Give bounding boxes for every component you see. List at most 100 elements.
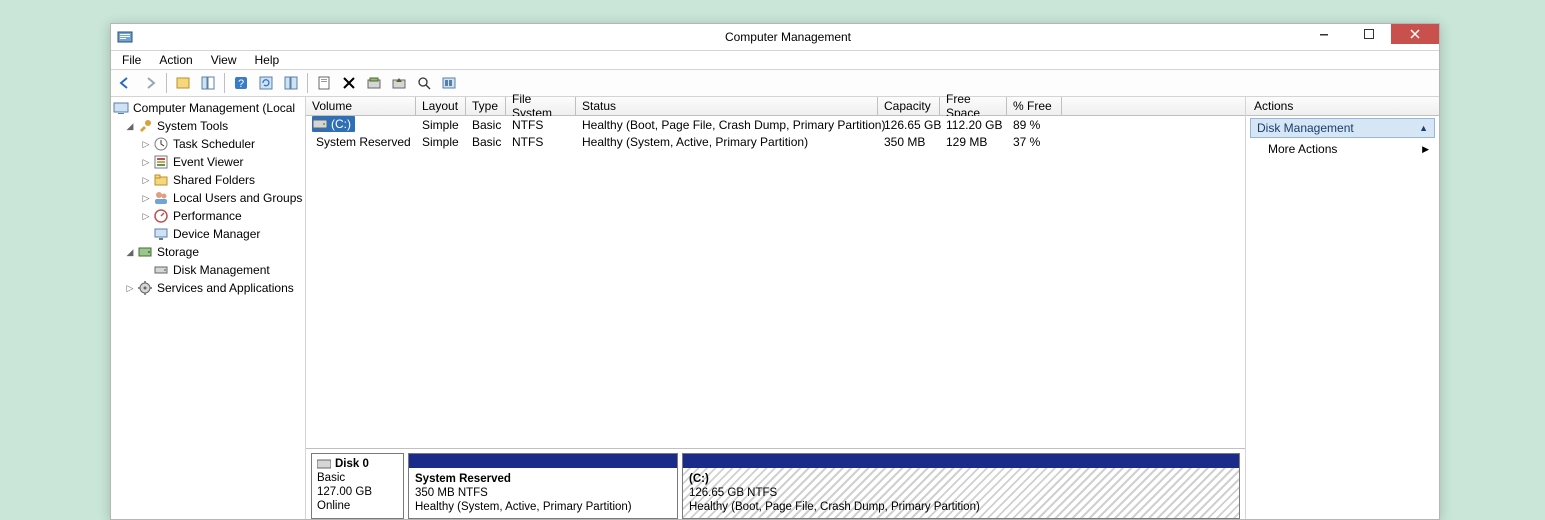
partition-status: Healthy (Boot, Page File, Crash Dump, Pr…: [689, 501, 980, 513]
tree-shared-folders[interactable]: ▷ Shared Folders: [111, 171, 305, 189]
volume-status: Healthy (Boot, Page File, Crash Dump, Pr…: [576, 118, 878, 132]
performance-icon: [153, 208, 169, 224]
column-filesystem[interactable]: File System: [506, 97, 576, 115]
disk-type: Basic: [317, 471, 398, 485]
column-layout[interactable]: Layout: [416, 97, 466, 115]
volume-row[interactable]: System Reserved Simple Basic NTFS Health…: [306, 133, 1245, 150]
menu-file[interactable]: File: [115, 52, 148, 68]
forward-button[interactable]: [139, 72, 161, 94]
tree-label: Event Viewer: [173, 153, 243, 171]
tree-root[interactable]: Computer Management (Local: [111, 99, 305, 117]
actions-section-label: Disk Management: [1257, 121, 1354, 135]
partition-status: Healthy (System, Active, Primary Partiti…: [415, 501, 632, 513]
tree-device-manager[interactable]: Device Manager: [111, 225, 305, 243]
tree-services-apps[interactable]: ▷ Services and Applications: [111, 279, 305, 297]
settings-button[interactable]: [280, 72, 302, 94]
menu-help[interactable]: Help: [248, 52, 287, 68]
minimize-button[interactable]: [1301, 24, 1346, 44]
tree-label: Performance: [173, 207, 242, 225]
close-button[interactable]: [1391, 24, 1439, 44]
tree-event-viewer[interactable]: ▷ Event Viewer: [111, 153, 305, 171]
event-icon: [153, 154, 169, 170]
tree-label: Services and Applications: [157, 279, 294, 297]
maximize-button[interactable]: [1346, 24, 1391, 44]
action-3-button[interactable]: [413, 72, 435, 94]
partition-system-reserved[interactable]: System Reserved 350 MB NTFS Healthy (Sys…: [408, 453, 678, 519]
volume-free: 129 MB: [940, 135, 1007, 149]
volume-free: 112.20 GB: [940, 118, 1007, 132]
column-freespace[interactable]: Free Space: [940, 97, 1007, 115]
tree-system-tools[interactable]: ◢ System Tools: [111, 117, 305, 135]
collapse-icon[interactable]: ◢: [125, 243, 135, 261]
titlebar[interactable]: Computer Management: [111, 24, 1439, 51]
toolbar-separator: [224, 73, 225, 93]
column-volume[interactable]: Volume: [306, 97, 416, 115]
tree-disk-management[interactable]: Disk Management: [111, 261, 305, 279]
volume-capacity: 350 MB: [878, 135, 940, 149]
expand-icon[interactable]: ▷: [141, 135, 151, 153]
center-panel: Volume Layout Type File System Status Ca…: [306, 97, 1245, 519]
column-status[interactable]: Status: [576, 97, 878, 115]
disk-partitions: System Reserved 350 MB NTFS Healthy (Sys…: [408, 453, 1240, 519]
app-icon: [117, 29, 133, 45]
menu-action[interactable]: Action: [152, 52, 199, 68]
tree-performance[interactable]: ▷ Performance: [111, 207, 305, 225]
expand-icon[interactable]: ▷: [141, 207, 151, 225]
volume-list[interactable]: (C:) Simple Basic NTFS Healthy (Boot, Pa…: [306, 116, 1245, 448]
disk-info[interactable]: Disk 0 Basic 127.00 GB Online: [311, 453, 404, 519]
action-4-button[interactable]: [438, 72, 460, 94]
volume-status: Healthy (System, Active, Primary Partiti…: [576, 135, 878, 149]
help-button[interactable]: ?: [230, 72, 252, 94]
actions-section[interactable]: Disk Management ▲: [1250, 118, 1435, 138]
window-title: Computer Management: [137, 30, 1439, 44]
up-button[interactable]: [172, 72, 194, 94]
partition-title: (C:): [689, 473, 709, 485]
volume-row[interactable]: (C:) Simple Basic NTFS Healthy (Boot, Pa…: [306, 116, 1245, 133]
volume-list-header[interactable]: Volume Layout Type File System Status Ca…: [306, 97, 1245, 116]
expand-icon[interactable]: ▷: [125, 279, 135, 297]
main-area: Computer Management (Local ◢ System Tool…: [111, 97, 1439, 519]
tree-label: Device Manager: [173, 225, 260, 243]
column-capacity[interactable]: Capacity: [878, 97, 940, 115]
disk-icon: [153, 262, 169, 278]
toolbar-separator: [307, 73, 308, 93]
disk-graphical-view: Disk 0 Basic 127.00 GB Online System Res…: [306, 448, 1245, 519]
tree-storage[interactable]: ◢ Storage: [111, 243, 305, 261]
volume-pct: 89 %: [1007, 118, 1062, 132]
volume-layout: Simple: [416, 135, 466, 149]
disk-row[interactable]: Disk 0 Basic 127.00 GB Online System Res…: [311, 453, 1240, 519]
storage-icon: [137, 244, 153, 260]
menubar: File Action View Help: [111, 51, 1439, 70]
collapse-icon[interactable]: ◢: [125, 117, 135, 135]
delete-button[interactable]: [338, 72, 360, 94]
tree-label: Local Users and Groups: [173, 189, 302, 207]
volume-type: Basic: [466, 118, 506, 132]
disk-size: 127.00 GB: [317, 485, 398, 499]
actions-more[interactable]: More Actions ▶: [1250, 138, 1435, 160]
expand-icon[interactable]: ▷: [141, 171, 151, 189]
volume-pct: 37 %: [1007, 135, 1062, 149]
menu-view[interactable]: View: [204, 52, 244, 68]
show-hide-tree-button[interactable]: [197, 72, 219, 94]
toolbar: ?: [111, 70, 1439, 97]
properties-button[interactable]: [313, 72, 335, 94]
column-pctfree[interactable]: % Free: [1007, 97, 1062, 115]
partition-header-bar: [683, 454, 1239, 468]
tree-task-scheduler[interactable]: ▷ Task Scheduler: [111, 135, 305, 153]
volume-name: System Reserved: [316, 135, 411, 149]
navigation-tree[interactable]: Computer Management (Local ◢ System Tool…: [111, 97, 306, 519]
tree-local-users[interactable]: ▷ Local Users and Groups: [111, 189, 305, 207]
back-button[interactable]: [114, 72, 136, 94]
expand-icon[interactable]: ▷: [141, 153, 151, 171]
tools-icon: [137, 118, 153, 134]
drive-icon: [317, 458, 331, 470]
expand-icon[interactable]: ▷: [141, 189, 151, 207]
column-type[interactable]: Type: [466, 97, 506, 115]
partition-c[interactable]: (C:) 126.65 GB NTFS Healthy (Boot, Page …: [682, 453, 1240, 519]
tree-label: Disk Management: [173, 261, 270, 279]
action-1-button[interactable]: [363, 72, 385, 94]
refresh-button[interactable]: [255, 72, 277, 94]
toolbar-separator: [166, 73, 167, 93]
action-2-button[interactable]: [388, 72, 410, 94]
management-console-window: Computer Management File Action View Hel…: [110, 23, 1440, 520]
